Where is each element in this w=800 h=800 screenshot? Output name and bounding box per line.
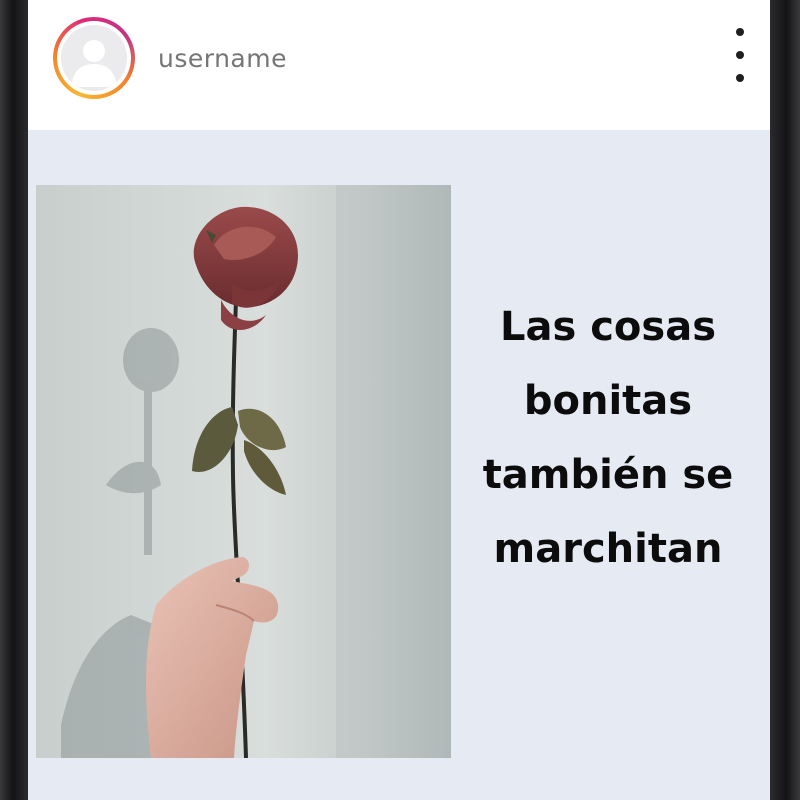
- dried-rose-photo: [36, 185, 451, 758]
- more-vertical-icon-dot: [736, 51, 744, 59]
- avatar[interactable]: [53, 17, 135, 99]
- default-user-avatar-icon: [61, 25, 127, 91]
- phone-bezel-left: [0, 0, 28, 800]
- post-header: username: [28, 0, 770, 130]
- post-caption: Las cosas bonitas también se marchitan: [482, 304, 734, 572]
- username-label[interactable]: username: [158, 44, 287, 73]
- more-options-button[interactable]: [725, 28, 755, 82]
- phone-bezel-right: [770, 0, 800, 800]
- avatar-border: [57, 21, 131, 95]
- more-vertical-icon: [736, 28, 744, 36]
- post-screen: username Las cosas bonitas también se ma…: [28, 0, 770, 800]
- phone-frame: username Las cosas bonitas también se ma…: [0, 0, 800, 800]
- more-vertical-icon-dot: [736, 74, 744, 82]
- post-photo[interactable]: [36, 185, 451, 758]
